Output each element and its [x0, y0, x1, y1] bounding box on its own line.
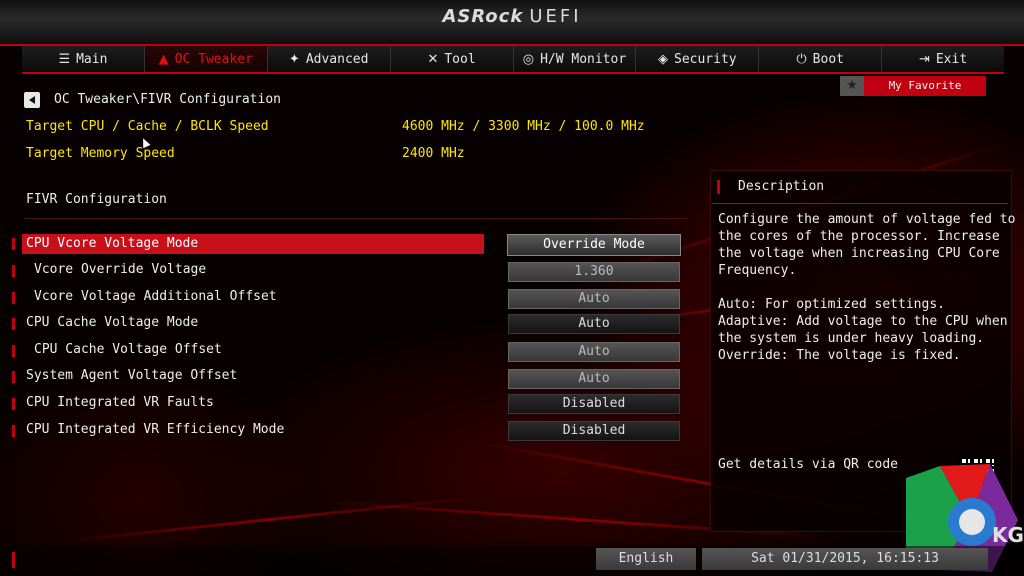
tab-boot[interactable]: ⏻ Boot — [759, 46, 883, 72]
main-tab-bar: ☰ Main ▲ OC Tweaker ✦ Advanced ✕ Tool ◎ H/W M… — [22, 46, 1004, 74]
value-cpu-cache-voltage-offset[interactable]: Auto — [508, 342, 680, 362]
datetime-display: Sat 01/31/2015, 16:15:13 — [702, 548, 988, 570]
description-options-text: Auto: For optimized settings. Adaptive: … — [718, 297, 1008, 363]
tools-icon: ✕ — [427, 51, 439, 67]
row-marker — [12, 318, 15, 330]
setting-vcore-override-voltage[interactable]: Vcore Override Voltage — [34, 262, 206, 277]
description-text: Configure the amount of voltage fed to t… — [718, 212, 1016, 278]
section-title: FIVR Configuration — [26, 192, 167, 207]
row-marker — [12, 265, 15, 277]
rocket-icon: ▲ — [158, 51, 169, 67]
watermark-text: KG — [992, 523, 1024, 547]
tab-security[interactable]: ◈ Security — [636, 46, 760, 72]
tab-main[interactable]: ☰ Main — [22, 46, 145, 72]
target-memory-value: 2400 MHz — [402, 146, 465, 161]
my-favorite-button[interactable]: My Favorite — [864, 76, 986, 96]
breadcrumb: OC Tweaker\FIVR Configuration — [54, 92, 281, 107]
value-system-agent-voltage-offset[interactable]: Auto — [508, 369, 680, 389]
target-cpu-label: Target CPU / Cache / BCLK Speed — [26, 119, 269, 134]
brand-name: ASRock — [442, 6, 524, 27]
title-bar: ASRock UEFI — [0, 0, 1024, 46]
asrock-uefi-logo: ASRock UEFI — [0, 6, 1024, 27]
qr-code-label: Get details via QR code — [718, 457, 899, 472]
tab-oc-tweaker[interactable]: ▲ OC Tweaker — [144, 46, 268, 72]
tab-label: Tool — [444, 51, 476, 67]
target-cpu-value: 4600 MHz / 3300 MHz / 100.0 MHz — [402, 119, 645, 134]
star-icon: ✦ — [288, 51, 300, 67]
back-arrow-icon[interactable] — [24, 92, 40, 108]
row-marker — [12, 238, 15, 250]
setting-cpu-integrated-vr-faults[interactable]: CPU Integrated VR Faults — [26, 395, 214, 410]
tab-label: Security — [674, 51, 737, 67]
divider — [24, 218, 688, 219]
value-vcore-override-voltage[interactable]: 1.360 — [508, 262, 680, 282]
tab-exit[interactable]: ⇥ Exit — [882, 46, 1004, 72]
tab-advanced[interactable]: ✦ Advanced — [268, 46, 391, 72]
target-memory-label: Target Memory Speed — [26, 146, 175, 161]
tab-label: Exit — [935, 51, 968, 67]
description-title: Description — [738, 179, 825, 194]
list-icon: ☰ — [58, 51, 71, 67]
value-vcore-voltage-additional-offset[interactable]: Auto — [508, 289, 680, 309]
value-cpu-integrated-vr-faults[interactable]: Disabled — [508, 394, 680, 414]
tab-label: Advanced — [305, 51, 369, 67]
favorite-star-icon[interactable]: ★ — [840, 76, 864, 96]
power-icon: ⏻ — [796, 51, 807, 67]
setting-cpu-cache-voltage-offset[interactable]: CPU Cache Voltage Offset — [34, 342, 222, 357]
setting-cpu-integrated-vr-efficiency-mode[interactable]: CPU Integrated VR Efficiency Mode — [26, 422, 284, 437]
value-cpu-cache-voltage-mode[interactable]: Auto — [508, 314, 680, 334]
tab-hw-monitor[interactable]: ◎ H/W Monitor — [514, 46, 637, 72]
product-name: UEFI — [529, 6, 582, 27]
tab-label: H/W Monitor — [540, 51, 627, 67]
row-marker — [12, 371, 15, 383]
value-cpu-integrated-vr-efficiency-mode[interactable]: Disabled — [508, 421, 680, 441]
description-divider — [712, 203, 1008, 204]
setting-cpu-vcore-voltage-mode[interactable]: CPU Vcore Voltage Mode — [26, 236, 198, 251]
row-marker — [12, 425, 15, 437]
tab-label: OC Tweaker — [174, 51, 253, 67]
description-marker — [717, 180, 720, 194]
tab-label: Main — [76, 51, 108, 67]
monitor-icon: ◎ — [522, 51, 535, 67]
setting-cpu-cache-voltage-mode[interactable]: CPU Cache Voltage Mode — [26, 315, 198, 330]
row-marker — [12, 292, 15, 304]
setting-system-agent-voltage-offset[interactable]: System Agent Voltage Offset — [26, 368, 237, 383]
language-button[interactable]: English — [596, 548, 696, 570]
row-marker — [12, 345, 15, 357]
setting-vcore-voltage-additional-offset[interactable]: Vcore Voltage Additional Offset — [34, 289, 277, 304]
status-marker — [12, 552, 15, 568]
value-cpu-vcore-voltage-mode[interactable]: Override Mode — [507, 234, 681, 256]
tab-label: Boot — [812, 51, 844, 67]
shield-icon: ◈ — [658, 51, 668, 67]
tab-tool[interactable]: ✕ Tool — [391, 46, 514, 72]
exit-icon: ⇥ — [918, 51, 930, 67]
row-marker — [12, 398, 15, 410]
